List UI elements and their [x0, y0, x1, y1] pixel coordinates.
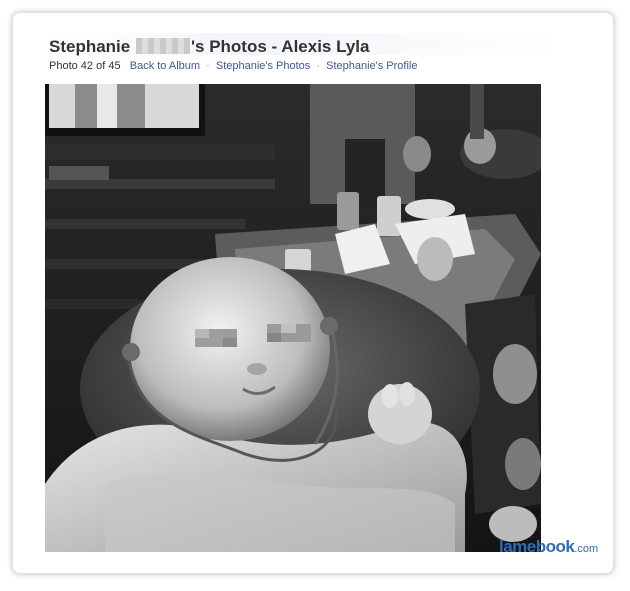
owner-photos-link[interactable]: Stephanie's Photos: [216, 60, 310, 72]
separator: ·: [316, 60, 321, 72]
watermark-suffix: .com: [574, 543, 599, 555]
separator: ·: [206, 60, 210, 72]
watermark-name: lamebook: [499, 537, 575, 556]
title-rest: 's Photos - Alexis Lyla: [190, 37, 370, 56]
main-photo[interactable]: [45, 84, 541, 552]
owner-profile-link[interactable]: Stephanie's Profile: [326, 60, 417, 72]
photo-counter: Photo 42 of 45: [49, 60, 121, 72]
title-owner-name: Stephanie: [49, 37, 131, 56]
page-title: Stephanie 's Photos - Alexis Lyla: [49, 37, 369, 57]
lamebook-watermark: lamebook.com: [499, 537, 598, 557]
redacted-surname: [135, 38, 190, 54]
photo-navigation: Photo 42 of 45 Back to Album · Stephanie…: [49, 60, 418, 72]
back-to-album-link[interactable]: Back to Album: [130, 60, 200, 72]
photo-image: [45, 84, 541, 552]
photo-card: Stephanie 's Photos - Alexis Lyla Photo …: [12, 12, 614, 574]
